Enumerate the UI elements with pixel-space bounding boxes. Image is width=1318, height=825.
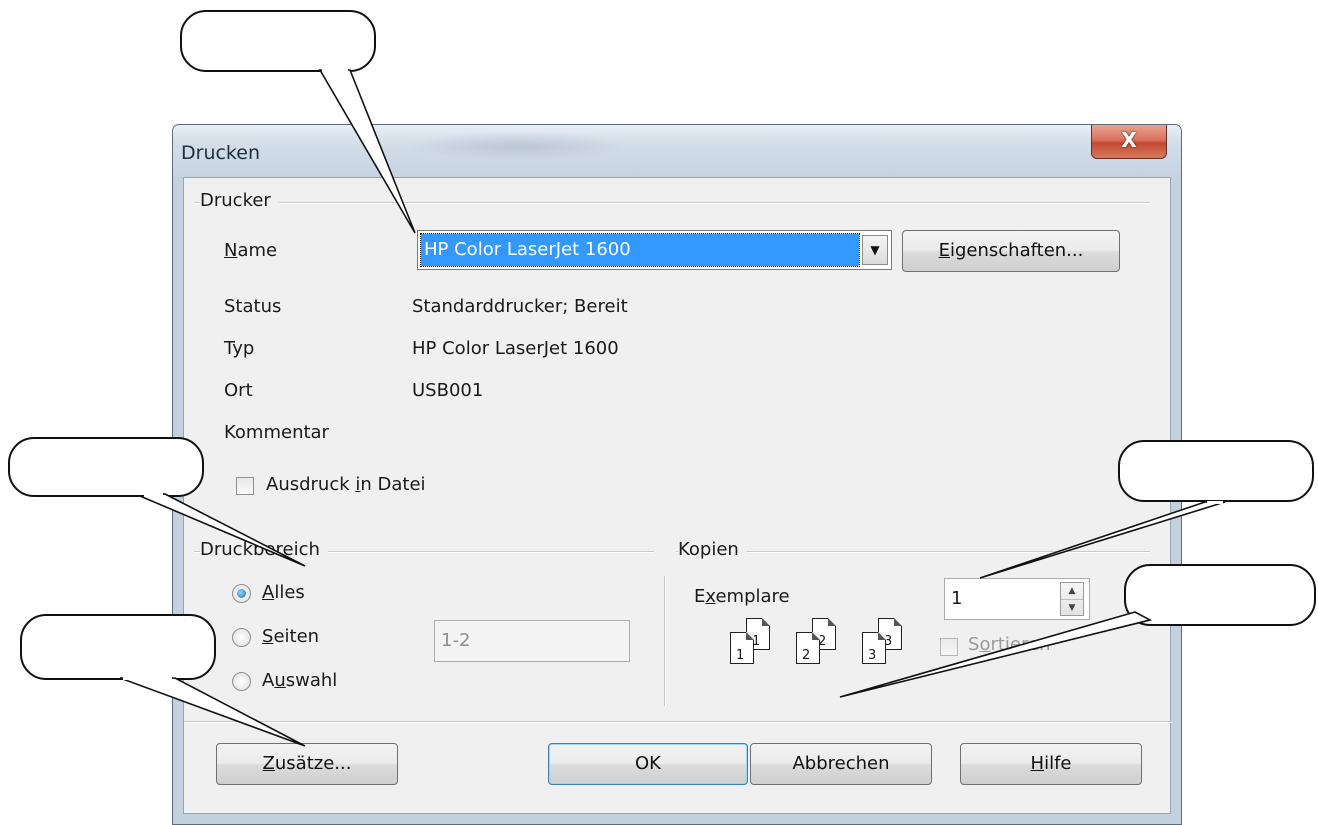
help-button-rest: ilfe <box>1044 753 1072 774</box>
title-bar[interactable]: Drucken X <box>173 125 1181 177</box>
callout-print-range <box>8 437 204 497</box>
copies-group-separator <box>664 576 666 706</box>
print-to-file-label-start: Ausdruck <box>266 474 356 495</box>
options-mnemonic: Z <box>262 753 275 774</box>
collate-page-front-3: 3 <box>862 632 886 664</box>
type-label: Typ <box>224 338 255 359</box>
radio-pages[interactable] <box>232 628 251 647</box>
properties-button[interactable]: Eigenschaften... <box>902 230 1120 272</box>
title-bar-glass <box>403 131 633 161</box>
printer-group-label: Drucker <box>200 190 279 211</box>
spin-up-icon[interactable]: ▲ <box>1061 583 1083 600</box>
copies-spinner[interactable]: ▲ ▼ <box>1060 582 1084 616</box>
comment-label: Kommentar <box>224 422 329 443</box>
collate-page-front-2: 2 <box>796 632 820 664</box>
properties-mnemonic: E <box>938 240 950 261</box>
radio-all-rest: lles <box>274 582 305 603</box>
copies-mnemonic: x <box>705 586 716 607</box>
collate-label[interactable]: Sortieren <box>968 634 1050 655</box>
collate-checkbox[interactable] <box>940 638 958 656</box>
status-value: Standarddrucker; Bereit <box>412 296 628 317</box>
copies-label-start: E <box>694 586 706 607</box>
range-group-label: Druckbereich <box>200 539 328 560</box>
location-value: USB001 <box>412 380 484 401</box>
options-button[interactable]: Zusätze... <box>216 743 398 785</box>
type-value: HP Color LaserJet 1600 <box>412 338 619 359</box>
button-row-divider <box>184 721 1172 723</box>
copies-label-rest: emplare <box>715 586 790 607</box>
name-label-mnemonic: N <box>224 240 238 261</box>
ok-button[interactable]: OK <box>548 743 748 785</box>
collate-label-rest: rtieren <box>990 634 1051 655</box>
radio-all[interactable] <box>232 584 251 603</box>
callout-collate <box>1124 564 1316 626</box>
print-to-file-label-end: n Datei <box>360 474 426 495</box>
name-label: Name <box>224 240 277 261</box>
properties-button-rest: igenschaften... <box>950 240 1084 261</box>
printer-name-combobox[interactable]: HP Color LaserJet 1600 ▼ <box>417 230 892 270</box>
help-button[interactable]: Hilfe <box>960 743 1142 785</box>
collate-page-front-1: 1 <box>730 632 754 664</box>
cancel-button[interactable]: Abbrechen <box>750 743 932 785</box>
dialog-body: Drucker Name HP Color LaserJet 1600 ▼ Ei… <box>183 177 1172 814</box>
spin-down-icon[interactable]: ▼ <box>1061 600 1083 616</box>
radio-all-label[interactable]: Alles <box>262 582 305 603</box>
print-to-file-label[interactable]: Ausdruck in Datei <box>266 474 426 495</box>
printer-name-selected: HP Color LaserJet 1600 <box>420 233 860 267</box>
dialog-title: Drucken <box>181 142 260 164</box>
location-label: Ort <box>224 380 253 401</box>
pages-input[interactable]: 1-2 <box>434 620 630 662</box>
collate-label-start: S <box>968 634 980 655</box>
radio-selection-rest: swahl <box>285 670 338 691</box>
radio-selection-mnemonic: u <box>274 670 286 691</box>
radio-selection[interactable] <box>232 672 251 691</box>
radio-pages-rest: eiten <box>273 626 320 647</box>
collate-mnemonic: o <box>979 634 991 655</box>
copies-group-label: Kopien <box>678 539 747 560</box>
radio-pages-label[interactable]: Seiten <box>262 626 319 647</box>
print-to-file-checkbox[interactable] <box>236 477 254 495</box>
radio-selection-start: A <box>262 670 275 691</box>
radio-selection-label[interactable]: Auswahl <box>262 670 337 691</box>
callout-copies <box>1118 440 1314 502</box>
printer-group-divider <box>194 202 1150 204</box>
print-dialog: Drucken X Drucker Name HP Color LaserJet… <box>172 124 1182 825</box>
status-label: Status <box>224 296 282 317</box>
help-mnemonic: H <box>1030 753 1045 774</box>
name-label-rest: ame <box>237 240 278 261</box>
copies-label: Exemplare <box>694 586 790 607</box>
radio-all-mnemonic: A <box>262 582 275 603</box>
copies-group-divider <box>676 551 1150 553</box>
dropdown-arrow-icon[interactable]: ▼ <box>862 235 888 265</box>
radio-pages-mnemonic: S <box>262 626 274 647</box>
callout-options-button <box>20 614 216 680</box>
options-button-rest: usätze... <box>274 753 352 774</box>
close-button[interactable]: X <box>1091 125 1167 159</box>
callout-printer-name <box>180 10 376 72</box>
